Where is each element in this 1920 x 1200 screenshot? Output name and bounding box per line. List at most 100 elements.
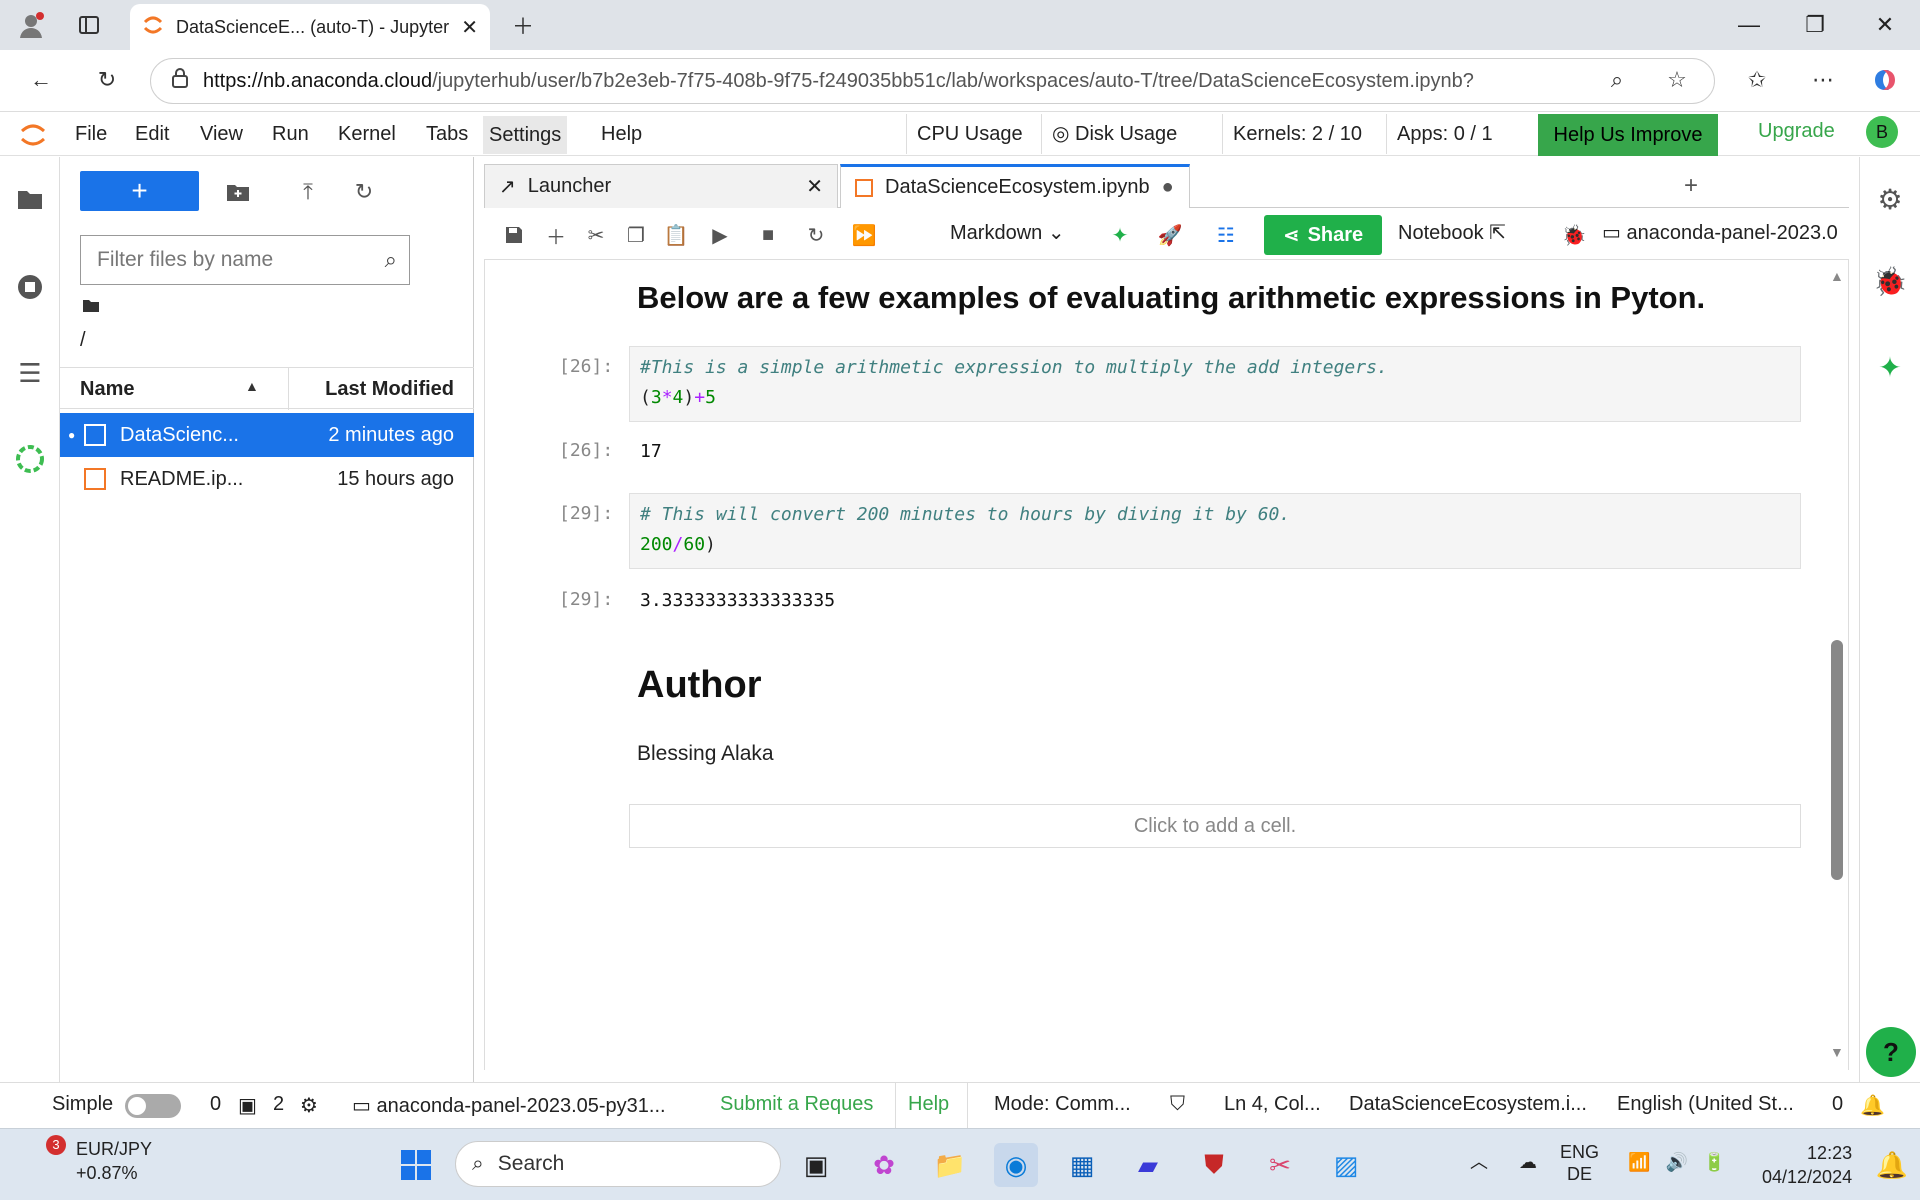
tab-actions-icon[interactable] xyxy=(72,8,106,42)
menu-settings[interactable]: Settings xyxy=(483,116,568,154)
input-language[interactable]: ENG DE xyxy=(1560,1141,1599,1185)
tab-launcher[interactable]: ↗ Launcher ✕ xyxy=(484,164,838,208)
help-link[interactable]: Help xyxy=(908,1093,949,1116)
file-explorer-icon[interactable]: 📁 xyxy=(928,1143,972,1187)
chevron-up-icon[interactable]: ︿ xyxy=(1470,1152,1488,1172)
menu-edit[interactable]: Edit xyxy=(135,120,169,148)
volume-icon[interactable]: 🔊 xyxy=(1666,1152,1688,1172)
panel-settings-icon[interactable]: ☷ xyxy=(1210,220,1242,250)
menu-view[interactable]: View xyxy=(200,120,243,148)
new-folder-icon[interactable] xyxy=(222,177,254,207)
menu-run[interactable]: Run xyxy=(272,120,309,148)
debugger-bug-icon[interactable]: 🐞 xyxy=(1872,263,1908,299)
scrollbar[interactable] xyxy=(1831,640,1843,880)
close-tab-icon[interactable]: ✕ xyxy=(461,15,478,40)
onedrive-icon[interactable]: ☁ xyxy=(1519,1152,1537,1172)
upgrade-link[interactable]: Upgrade xyxy=(1758,120,1835,143)
ai-assistant-sparkle-icon[interactable]: ✦ xyxy=(1872,349,1908,385)
zoom-icon[interactable]: ⌕ xyxy=(1600,63,1634,97)
copilot-app-icon[interactable]: ✿ xyxy=(862,1143,906,1187)
notebook-content[interactable]: Below are a few examples of evaluating a… xyxy=(484,260,1849,1070)
close-window-icon[interactable]: ✕ xyxy=(1860,8,1910,42)
editor-mode[interactable]: Mode: Comm... xyxy=(994,1093,1131,1116)
code-cell[interactable]: # This will convert 200 minutes to hours… xyxy=(629,493,1801,569)
new-launcher-button[interactable]: + xyxy=(80,171,199,211)
store-icon[interactable]: ▦ xyxy=(1060,1143,1104,1187)
cpu-usage[interactable]: CPU Usage xyxy=(906,114,1023,154)
address-bar[interactable]: https://nb.anaconda.cloud /jupyterhub/us… xyxy=(150,58,1715,104)
breadcrumb-folder-icon[interactable] xyxy=(82,297,100,318)
terminals-count[interactable]: 0 xyxy=(210,1093,221,1116)
reload-icon[interactable]: ↻ xyxy=(90,63,124,97)
avatar[interactable]: B xyxy=(1866,116,1898,148)
refresh-icon[interactable]: ↻ xyxy=(348,177,380,207)
notifications-bell-icon[interactable]: 🔔 xyxy=(1870,1143,1914,1187)
table-of-contents-icon[interactable]: ☰ xyxy=(10,353,50,393)
cut-icon[interactable]: ✂ xyxy=(580,220,612,250)
tab-notebook[interactable]: DataScienceEcosystem.ipynb ● xyxy=(840,164,1190,208)
apps-count[interactable]: Apps: 0 / 1 xyxy=(1386,114,1493,154)
folder-icon[interactable] xyxy=(10,179,50,219)
current-file[interactable]: DataScienceEcosystem.i... xyxy=(1349,1093,1587,1116)
task-view-icon[interactable]: ▣ xyxy=(794,1143,838,1187)
submit-request-link[interactable]: Submit a Reques xyxy=(720,1093,873,1116)
run-icon[interactable]: ▶ xyxy=(704,220,736,250)
add-tab-icon[interactable]: + xyxy=(1674,172,1708,200)
copilot-icon[interactable] xyxy=(1868,63,1902,97)
ai-sparkle-icon[interactable]: ✦ xyxy=(1104,220,1136,250)
restore-icon[interactable]: ❐ xyxy=(1790,8,1840,42)
profile-icon[interactable] xyxy=(14,8,48,42)
cursor-position[interactable]: Ln 4, Col... xyxy=(1224,1093,1321,1116)
stop-icon[interactable]: ■ xyxy=(752,220,784,250)
app-icon[interactable]: ▰ xyxy=(1126,1143,1170,1187)
insert-cell-icon[interactable]: ＋ xyxy=(540,220,572,250)
scroll-up-icon[interactable]: ▲ xyxy=(1830,268,1844,284)
running-kernels-icon[interactable] xyxy=(10,267,50,307)
jupyter-logo-icon[interactable] xyxy=(18,120,48,155)
favorites-list-icon[interactable]: ✩ xyxy=(1740,63,1774,97)
mcafee-icon[interactable]: ⛊ xyxy=(1192,1143,1236,1187)
taskbar-search[interactable]: ⌕ Search xyxy=(455,1141,781,1187)
new-tab-icon[interactable]: ＋ xyxy=(506,8,540,42)
unsaved-dot-icon[interactable]: ● xyxy=(1162,176,1174,199)
property-inspector-gear-icon[interactable]: ⚙ xyxy=(1872,181,1908,217)
filter-files-input[interactable]: Filter files by name ⌕ xyxy=(80,235,410,285)
restart-kernel-icon[interactable]: ↻ xyxy=(800,220,832,250)
anaconda-icon[interactable] xyxy=(10,439,50,479)
bell-icon[interactable]: 🔔 xyxy=(1860,1093,1885,1118)
list-item[interactable]: ● DataScienc... 2 minutes ago xyxy=(60,413,474,457)
lock-icon[interactable] xyxy=(171,67,189,95)
edge-browser-icon[interactable]: ◉ xyxy=(994,1143,1038,1187)
menu-kernel[interactable]: Kernel xyxy=(338,120,396,148)
more-options-icon[interactable]: ⋯ xyxy=(1806,63,1840,97)
copy-icon[interactable]: ❐ xyxy=(620,220,652,250)
upload-icon[interactable]: ⤒ xyxy=(292,177,324,207)
wifi-icon[interactable]: 📶 xyxy=(1628,1152,1650,1172)
scroll-down-icon[interactable]: ▼ xyxy=(1830,1044,1844,1060)
kernel-selector[interactable]: ▭ anaconda-panel-2023.0 xyxy=(1602,220,1849,245)
menu-tabs[interactable]: Tabs xyxy=(426,120,468,148)
snipping-tool-icon[interactable]: ✂ xyxy=(1258,1143,1302,1187)
code-cell[interactable]: #This is a simple arithmetic expression … xyxy=(629,346,1801,422)
save-icon[interactable] xyxy=(498,220,530,250)
simple-mode-toggle[interactable] xyxy=(125,1094,181,1118)
column-modified-header[interactable]: Last Modified xyxy=(288,368,474,410)
battery-icon[interactable]: 🔋 xyxy=(1703,1152,1725,1172)
clock[interactable]: 12:23 04/12/2024 xyxy=(1762,1141,1852,1189)
menu-help[interactable]: Help xyxy=(601,120,642,148)
widgets-ticker[interactable]: 3 EUR/JPY +0.87% xyxy=(26,1135,152,1185)
help-us-improve-button[interactable]: Help Us Improve xyxy=(1538,114,1718,156)
list-item[interactable]: README.ip... 15 hours ago xyxy=(60,457,474,501)
restart-run-all-icon[interactable]: ⏩ xyxy=(848,220,880,250)
kernel-status[interactable]: ▭ anaconda-panel-2023.05-py31... xyxy=(352,1093,666,1118)
minimize-icon[interactable]: — xyxy=(1724,8,1774,42)
add-cell-button[interactable]: Click to add a cell. xyxy=(629,804,1801,848)
shield-icon[interactable]: ⛉ xyxy=(1170,1093,1185,1116)
system-tray[interactable]: ︿ ☁ ENG DE 📶 🔊 🔋 xyxy=(1470,1141,1725,1185)
browser-tab-active[interactable]: DataScienceE... (auto-T) - Jupyter ✕ xyxy=(130,4,490,50)
close-launcher-tab-icon[interactable]: ✕ xyxy=(806,174,823,199)
help-question-icon[interactable]: ? xyxy=(1866,1027,1916,1077)
kernels-running-count[interactable]: 2 xyxy=(273,1093,284,1116)
windows-start-icon[interactable] xyxy=(394,1143,438,1187)
cell-type-select[interactable]: Markdown ⌄ xyxy=(950,220,1065,245)
